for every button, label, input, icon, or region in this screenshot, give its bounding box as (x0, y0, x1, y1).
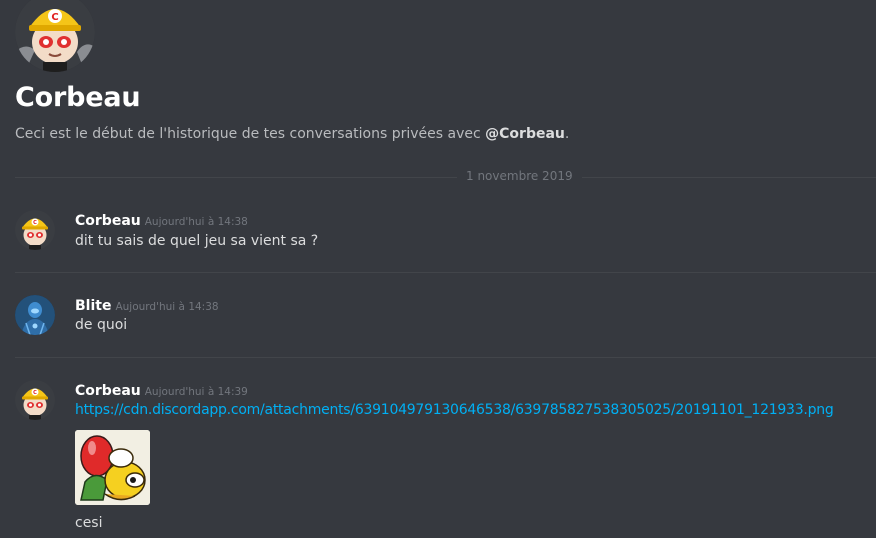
message-separator (15, 357, 876, 358)
blue-armor-avatar-icon (15, 295, 55, 335)
message-author[interactable]: Corbeau (75, 213, 141, 229)
message-avatar[interactable]: C (15, 380, 55, 420)
message-timestamp: Aujourd'hui à 14:38 (144, 216, 248, 228)
message-text: de quoi (75, 317, 128, 333)
intro-suffix: . (564, 126, 570, 142)
message-author[interactable]: Corbeau (75, 383, 141, 399)
message-header: Corbeau Aujourd'hui à 14:39 (75, 380, 248, 399)
image-attachment[interactable] (75, 430, 150, 505)
inkling-avatar-large-icon: C (15, 0, 95, 72)
channel-intro: Ceci est le début de l'historique de tes… (15, 126, 569, 142)
intro-mention[interactable]: @Corbeau (485, 126, 565, 142)
svg-text:C: C (51, 12, 58, 23)
message-avatar[interactable] (15, 295, 55, 335)
channel-title: Corbeau (15, 82, 141, 113)
message-timestamp: Aujourd'hui à 14:39 (144, 386, 248, 398)
message-timestamp: Aujourd'hui à 14:38 (115, 301, 219, 313)
inkling-avatar-icon: C (15, 380, 55, 420)
inkling-avatar-icon: C (15, 210, 55, 250)
dm-channel-view: C Corbeau Ceci est le début de l'histori… (0, 0, 876, 538)
message-text: dit tu sais de quel jeu sa vient sa ? (75, 233, 319, 249)
intro-prefix: Ceci est le début de l'historique de tes… (15, 126, 486, 142)
header-avatar[interactable]: C (15, 0, 95, 72)
message-author[interactable]: Blite (75, 298, 111, 314)
image-thumbnail-icon (75, 430, 150, 505)
svg-text:C: C (33, 390, 37, 396)
attachment-link[interactable]: https://cdn.discordapp.com/attachments/6… (75, 402, 834, 418)
message-avatar[interactable]: C (15, 210, 55, 250)
message-separator (15, 272, 876, 273)
message-text: cesi (75, 515, 103, 531)
message-header: Blite Aujourd'hui à 14:38 (75, 295, 219, 314)
date-divider-label: 1 novembre 2019 (457, 169, 582, 183)
date-divider-line (15, 177, 876, 178)
svg-text:C: C (33, 220, 37, 226)
message-header: Corbeau Aujourd'hui à 14:38 (75, 210, 248, 229)
